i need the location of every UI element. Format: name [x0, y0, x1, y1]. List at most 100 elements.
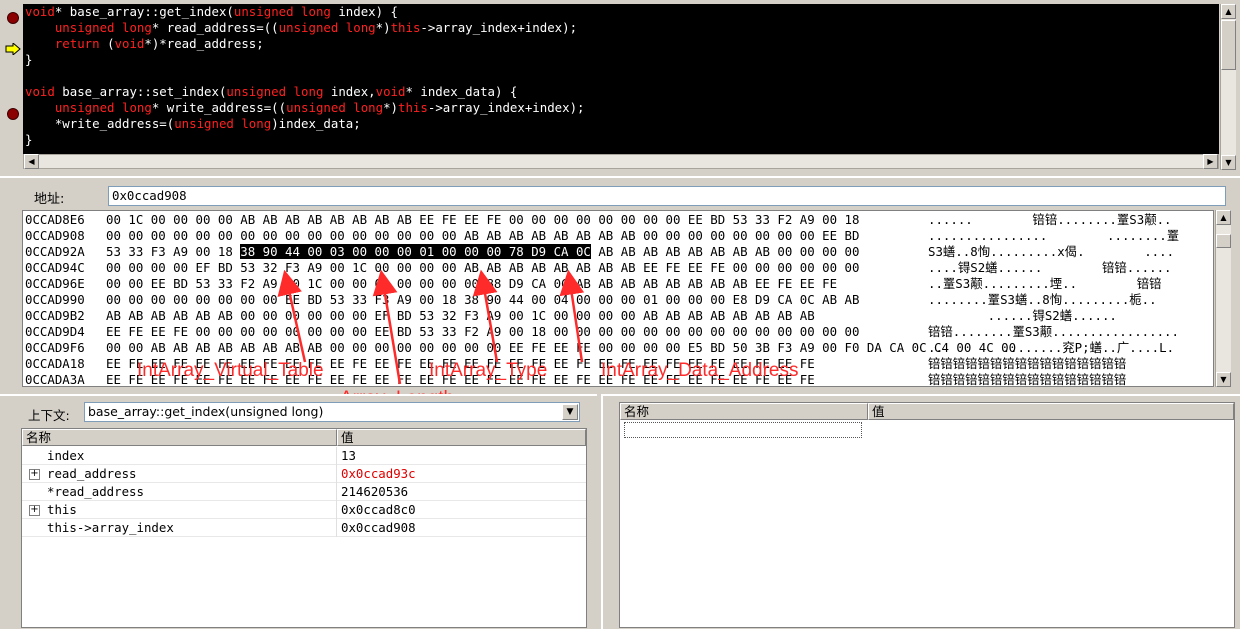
memory-ascii: .. ........兖P;蟮..广....L.: [928, 340, 1175, 355]
memory-hex-bytes[interactable]: 00 00 00 00 00 00 00 00 EE BD 53 33 F3 A…: [106, 292, 859, 308]
code-vertical-scrollbar[interactable]: ▲ ▼: [1220, 4, 1236, 170]
code-text: )index_data;: [271, 116, 361, 131]
scroll-up-icon[interactable]: ▲: [1221, 4, 1236, 19]
code-keyword: void: [114, 36, 145, 51]
variable-value[interactable]: 0x0ccad93c: [341, 465, 416, 483]
memory-ascii: 锫锫........罿S3颟.................: [928, 324, 1179, 339]
scroll-right-icon[interactable]: ▶: [1203, 154, 1218, 169]
scroll-down-icon[interactable]: ▼: [1221, 155, 1236, 170]
code-keyword: void: [375, 84, 406, 99]
memory-ascii: ...... 锫锫........罿S3颟..: [928, 212, 1172, 227]
code-text: index) {: [330, 4, 399, 19]
memory-hex-bytes[interactable]: 00 00 EE BD 53 33 F2 A9 00 1C 00 00 00 0…: [106, 276, 837, 292]
scroll-up-icon[interactable]: ▲: [1216, 210, 1231, 225]
expand-plus-icon[interactable]: +: [29, 469, 40, 480]
expand-plus-icon[interactable]: +: [29, 505, 40, 516]
context-value: base_array::get_index(unsigned long): [88, 404, 324, 419]
locals-row[interactable]: + this 0x0ccad8c0: [22, 501, 586, 519]
code-text: ->array_index+index);: [420, 20, 578, 35]
locals-row[interactable]: index 13: [22, 447, 586, 465]
memory-vertical-scrollbar[interactable]: ▲ ▼: [1215, 210, 1231, 387]
code-text: * read_address=((: [151, 20, 279, 35]
code-line[interactable]: return (void*)*read_address;: [25, 36, 1219, 52]
memory-address: 0CCAD9F6: [25, 340, 85, 355]
code-line[interactable]: void base_array::set_index(unsigned long…: [25, 84, 1219, 100]
memory-hex-bytes[interactable]: 00 1C 00 00 00 00 AB AB AB AB AB AB AB A…: [106, 212, 859, 228]
memory-ascii: 锫锫锫锫锫锫锫锫锫锫锫锫锫锫锫锫: [928, 372, 1127, 387]
variable-value[interactable]: 13: [341, 447, 356, 465]
memory-address: 0CCAD8E6: [25, 212, 85, 227]
memory-ascii: ..罿S3颟.........堙.. 锫锫: [928, 276, 1162, 291]
column-header-value[interactable]: 值: [868, 403, 1234, 420]
variable-name: read_address: [47, 466, 137, 481]
locals-pane: 上下文: base_array::get_index(unsigned long…: [0, 394, 597, 629]
code-keyword: unsigned long: [54, 20, 152, 35]
code-line[interactable]: unsigned long* write_address=((unsigned …: [25, 100, 1219, 116]
hex-bytes: 00 00 00 00 00 00 00 00 EE BD 53 33 F3 A…: [106, 292, 860, 307]
column-header-name[interactable]: 名称: [620, 403, 868, 420]
hex-bytes: EE FE EE FE 00 00 00 00 00 00 00 00 EE B…: [106, 324, 860, 339]
scroll-thumb[interactable]: [1216, 234, 1231, 248]
variable-value[interactable]: 0x0ccad8c0: [341, 501, 416, 519]
annotation-vtable: IntArray_Virtual_Table: [137, 360, 324, 381]
code-keyword: void: [25, 4, 55, 19]
memory-hex-bytes[interactable]: EE FE EE FE 00 00 00 00 00 00 00 00 EE B…: [106, 324, 859, 340]
column-header-value[interactable]: 值: [337, 429, 586, 446]
code-line[interactable]: void* base_array::get_index(unsigned lon…: [25, 4, 1219, 20]
code-gutter[interactable]: [0, 4, 22, 154]
code-line[interactable]: }: [25, 132, 1219, 148]
code-line[interactable]: *write_address=(unsigned long)index_data…: [25, 116, 1219, 132]
code-line[interactable]: unsigned long* read_address=((unsigned l…: [25, 20, 1219, 36]
code-text: * write_address=((: [151, 100, 287, 115]
context-select[interactable]: base_array::get_index(unsigned long) ▼: [84, 402, 580, 422]
code-line[interactable]: [25, 68, 1219, 84]
scroll-left-icon[interactable]: ◀: [24, 154, 39, 169]
column-header-name[interactable]: 名称: [22, 429, 337, 446]
code-text: index,: [323, 84, 376, 99]
memory-pane: 地址: 0x0ccad908 0CCAD8E6 00 1C 00 00 00 00…: [0, 176, 1240, 389]
locals-row[interactable]: + read_address 0x0ccad93c: [22, 465, 586, 483]
scroll-down-icon[interactable]: ▼: [1216, 372, 1231, 387]
code-text: *)*read_address;: [144, 36, 264, 51]
code-text: base_array::set_index(: [54, 84, 227, 99]
chevron-down-icon[interactable]: ▼: [562, 404, 578, 420]
address-label: 地址:: [34, 192, 65, 207]
locals-row[interactable]: this->array_index 0x0ccad908: [22, 519, 586, 537]
scroll-thumb[interactable]: [1221, 20, 1236, 70]
code-text: }: [25, 52, 33, 67]
address-input[interactable]: 0x0ccad908: [108, 186, 1226, 206]
hex-bytes: 53 33 F3 A9 00 18: [106, 244, 241, 259]
annotation-data-address: IntArray_Data_Address: [601, 360, 799, 381]
locals-row[interactable]: *read_address 214620536: [22, 483, 586, 501]
code-text: * base_array::get_index(: [54, 4, 234, 19]
watch-new-entry-input[interactable]: [624, 422, 862, 438]
code-horizontal-scrollbar[interactable]: ◀ ▶: [23, 154, 1219, 169]
memory-hex-bytes[interactable]: AB AB AB AB AB AB 00 00 00 00 00 00 EF B…: [106, 308, 815, 324]
memory-hex-bytes[interactable]: 00 00 00 00 00 00 00 00 00 00 00 00 00 0…: [106, 228, 859, 244]
breakpoint-icon[interactable]: [7, 108, 19, 120]
memory-hex-bytes[interactable]: 53 33 F3 A9 00 18 38 90 44 00 03 00 00 0…: [106, 244, 859, 260]
hex-bytes: 00 00 EE BD 53 33 F2 A9 00 1C 00 00 00 0…: [106, 276, 838, 291]
code-keyword: unsigned long: [54, 100, 152, 115]
memory-ascii: ......锝S2蟮......: [928, 308, 1177, 323]
memory-address: 0CCAD908: [25, 228, 85, 243]
code-text: * index_data) {: [405, 84, 518, 99]
memory-ascii: 锫锫锫锫锫锫锫锫锫锫锫锫锫锫锫锫: [928, 356, 1127, 371]
memory-hex-bytes[interactable]: 00 00 00 00 EF BD 53 32 F3 A9 00 1C 00 0…: [106, 260, 859, 276]
column-divider: [336, 519, 337, 537]
memory-hex-bytes[interactable]: 00 00 AB AB AB AB AB AB AB AB 00 00 00 0…: [106, 340, 1016, 356]
variable-value[interactable]: 214620536: [341, 483, 408, 501]
breakpoint-icon[interactable]: [7, 12, 19, 24]
code-editor[interactable]: void* base_array::get_index(unsigned lon…: [23, 4, 1219, 154]
locals-table[interactable]: 名称 值 index 13 + read_address 0x0ccad93c *read…: [21, 428, 587, 628]
code-line[interactable]: }: [25, 52, 1219, 68]
watch-table[interactable]: 名称 值: [619, 402, 1235, 628]
column-divider: [336, 501, 337, 519]
variable-value[interactable]: 0x0ccad908: [341, 519, 416, 537]
hex-bytes: AB AB AB AB AB AB AB AB 00 00 00 00: [590, 244, 860, 259]
code-keyword: unsigned long: [286, 100, 384, 115]
code-keyword: unsigned long: [226, 84, 324, 99]
memory-ascii: S3蟮..8恂.........x偈. ....: [928, 244, 1175, 259]
